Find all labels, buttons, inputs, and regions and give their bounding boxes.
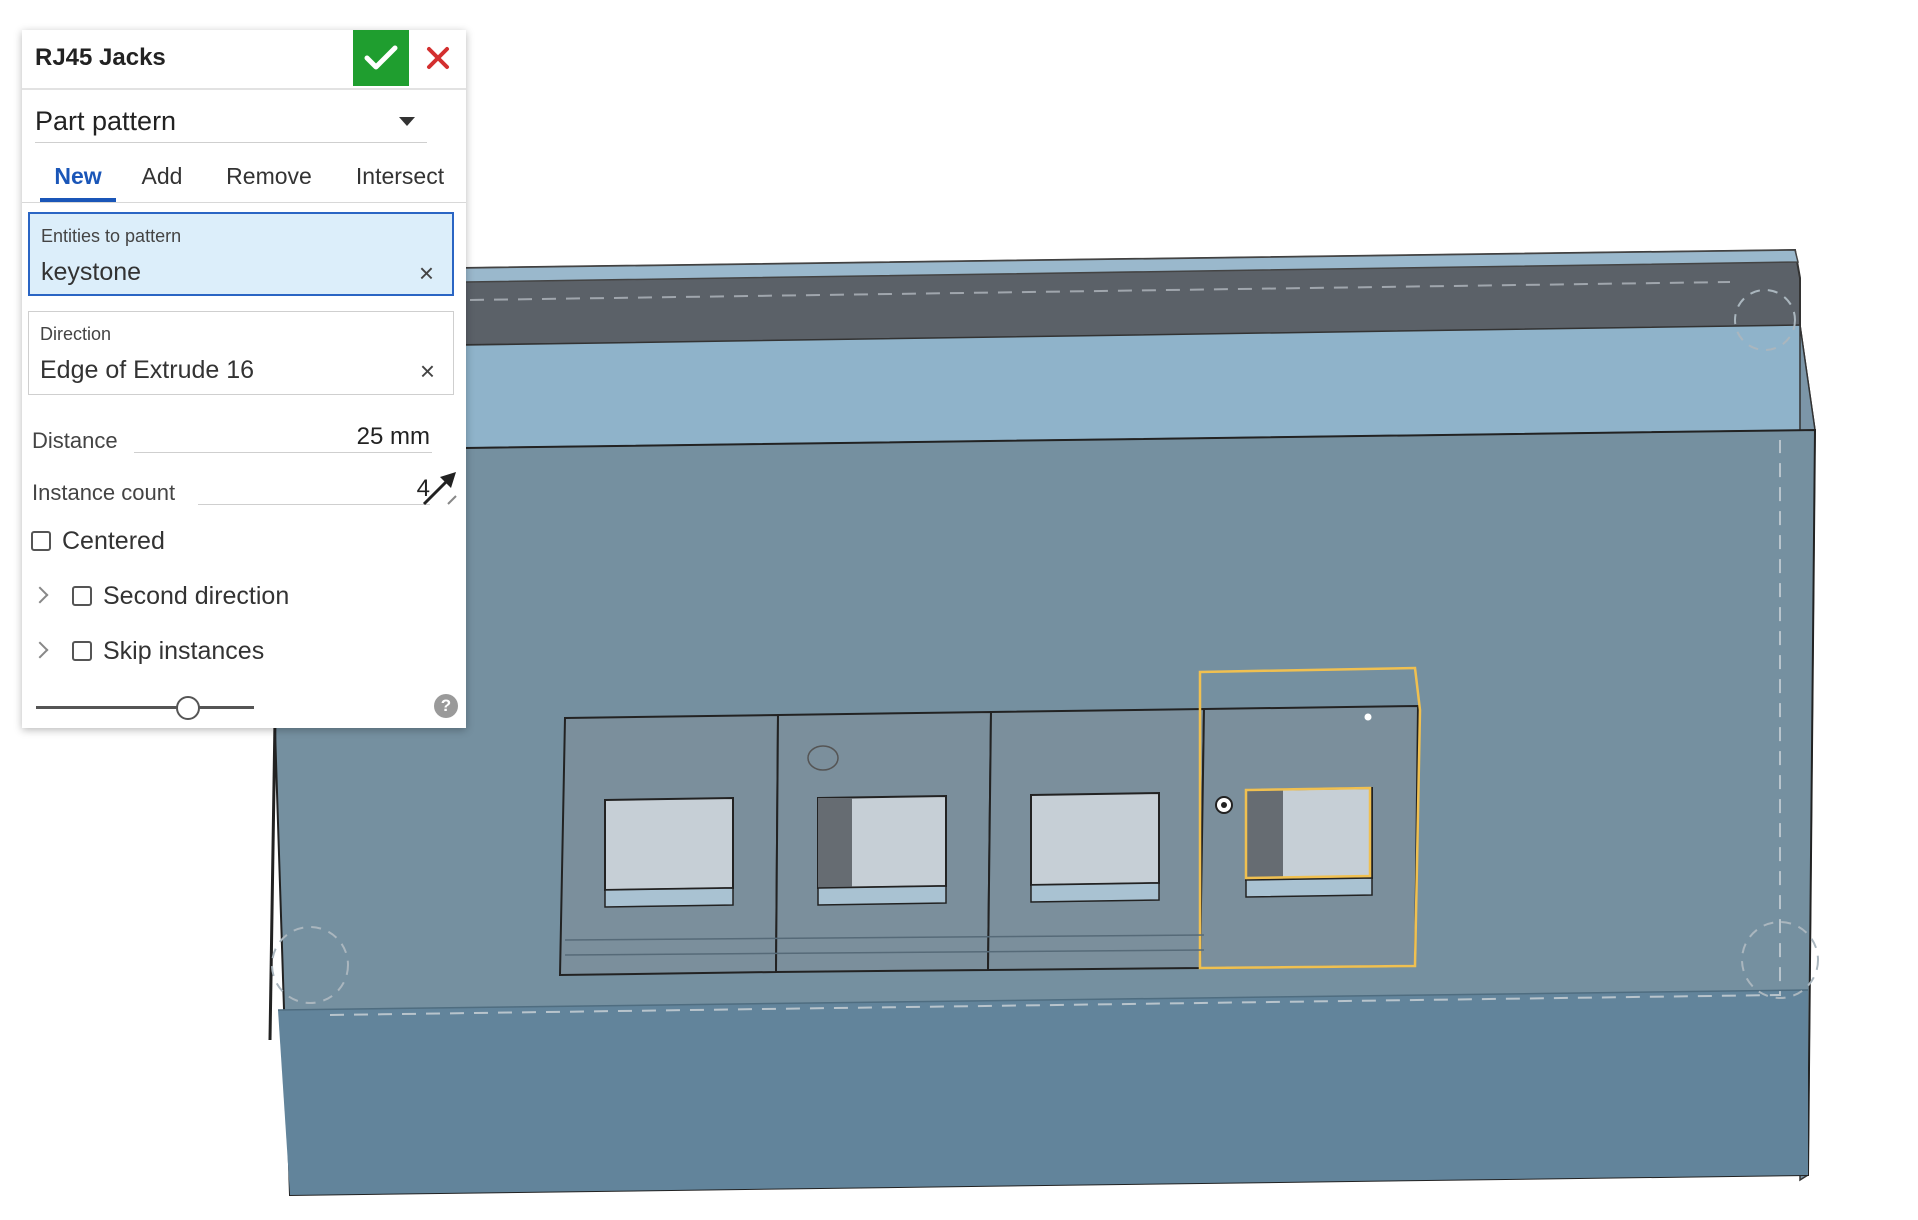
accept-button[interactable] bbox=[353, 30, 409, 86]
tab-add[interactable]: Add bbox=[132, 158, 192, 202]
pattern-type-value: Part pattern bbox=[35, 106, 177, 136]
cancel-button[interactable] bbox=[416, 36, 460, 80]
flip-direction-icon[interactable] bbox=[420, 468, 460, 508]
skip-instances-label: Skip instances bbox=[103, 637, 265, 665]
second-direction-label: Second direction bbox=[103, 582, 290, 610]
close-icon bbox=[427, 47, 449, 69]
skip-instances-checkbox[interactable] bbox=[72, 641, 92, 661]
distance-input[interactable]: 25 mm bbox=[134, 422, 432, 453]
entities-value[interactable]: keystone bbox=[41, 258, 141, 287]
top-face bbox=[464, 324, 1816, 449]
entities-label: Entities to pattern bbox=[41, 226, 182, 246]
keystone-instance-1[interactable] bbox=[558, 713, 780, 977]
clear-direction-icon[interactable]: × bbox=[420, 358, 435, 384]
instance-count-input[interactable]: 4 bbox=[198, 474, 430, 505]
direction-label: Direction bbox=[40, 324, 112, 344]
help-icon[interactable]: ? bbox=[434, 694, 458, 718]
preview-slider-thumb[interactable] bbox=[176, 696, 200, 720]
tab-new[interactable]: New bbox=[40, 158, 116, 202]
dialog-header: RJ45 Jacks bbox=[22, 30, 466, 90]
second-direction-checkbox[interactable] bbox=[72, 586, 92, 606]
keystone-instance-2[interactable] bbox=[774, 710, 993, 974]
check-icon bbox=[364, 45, 398, 70]
tab-remove[interactable]: Remove bbox=[214, 158, 324, 202]
feature-name[interactable]: RJ45 Jacks bbox=[35, 44, 166, 72]
clear-entities-icon[interactable]: × bbox=[419, 260, 434, 286]
keystone-selected[interactable] bbox=[1198, 666, 1422, 970]
part-pattern-dialog: RJ45 Jacks Part pattern New Add Remove I… bbox=[22, 30, 466, 728]
boolean-tabs: New Add Remove Intersect bbox=[22, 158, 466, 203]
instance-count-label: Instance count bbox=[32, 480, 176, 505]
pattern-type-select[interactable]: Part pattern bbox=[35, 98, 427, 143]
keystone-instance-3[interactable] bbox=[986, 707, 1206, 972]
centered-label: Centered bbox=[62, 527, 165, 555]
entities-field[interactable]: Entities to pattern keystone × bbox=[28, 212, 454, 296]
chevron-right-icon[interactable] bbox=[31, 641, 49, 659]
tab-intersect[interactable]: Intersect bbox=[344, 158, 456, 202]
distance-label: Distance bbox=[32, 428, 118, 453]
direction-value[interactable]: Edge of Extrude 16 bbox=[40, 356, 254, 385]
chevron-down-icon bbox=[399, 117, 415, 126]
direction-field[interactable]: Direction Edge of Extrude 16 × bbox=[28, 311, 454, 395]
preview-slider-track[interactable] bbox=[36, 706, 254, 709]
centered-checkbox[interactable] bbox=[31, 531, 51, 551]
chevron-right-icon[interactable] bbox=[31, 586, 49, 604]
